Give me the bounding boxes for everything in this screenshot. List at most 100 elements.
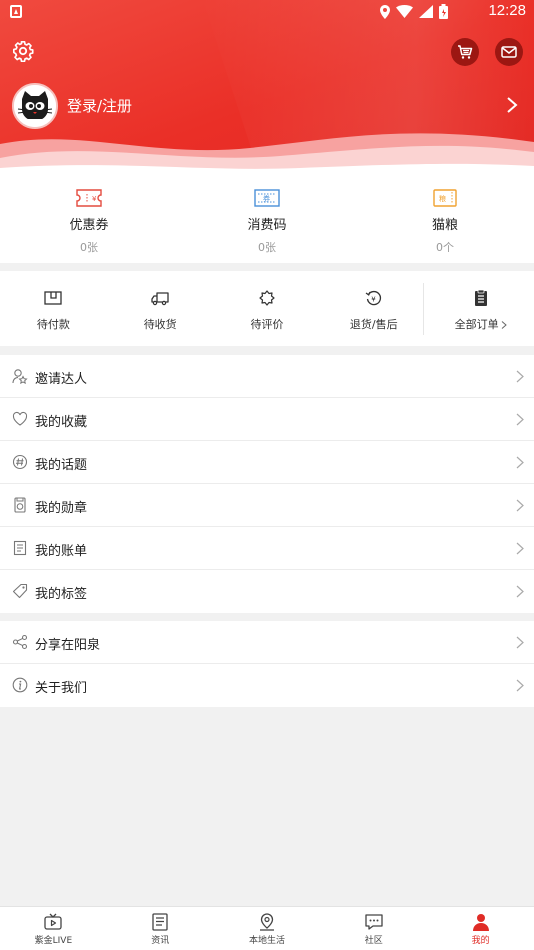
chevron-right-icon — [516, 456, 524, 469]
notification-icon — [10, 5, 22, 18]
menu-label: 我的标签 — [35, 587, 88, 602]
voucher-code-icon: 券 — [254, 189, 280, 207]
messages-button[interactable] — [495, 38, 523, 66]
chevron-right-icon — [516, 585, 524, 598]
wallet-cat-food[interactable]: 粮 猫粮 0个 — [356, 172, 534, 263]
mail-icon — [501, 46, 517, 58]
menu-list-about: 分享在阳泉 关于我们 — [0, 621, 534, 707]
medal-icon — [14, 497, 26, 513]
signal-icon — [419, 5, 433, 18]
menu-label: 邀请达人 — [35, 372, 88, 387]
heart-icon — [12, 411, 28, 426]
wallet-count: 0张 — [258, 241, 276, 254]
chat-icon — [365, 914, 383, 930]
order-label: 待评价 — [250, 318, 284, 331]
profile-header: 12:28 登录/注册 — [0, 0, 534, 172]
cat-food-icon: 粮 — [433, 189, 457, 207]
location-pin-icon — [380, 4, 390, 19]
chevron-right-icon — [516, 542, 524, 555]
order-label: 退货/售后 — [349, 318, 398, 331]
chevron-right-icon[interactable] — [504, 96, 520, 114]
truck-icon — [151, 292, 169, 306]
menu-item-tags[interactable]: 我的标签 — [0, 570, 534, 613]
tab-news[interactable]: 资讯 — [107, 907, 214, 950]
menu-label: 我的勋章 — [35, 501, 88, 516]
menu-item-topics[interactable]: 我的话题 — [0, 441, 534, 484]
cart-button[interactable] — [451, 38, 479, 66]
wallet-coupons[interactable]: ¥ 优惠券 0张 — [0, 172, 178, 263]
chevron-right-icon — [501, 321, 507, 329]
svg-text:粮: 粮 — [439, 194, 446, 203]
location-icon — [259, 913, 274, 931]
order-label: 全部订单 — [427, 316, 534, 332]
wallet-name: 消费码 — [247, 218, 287, 233]
menu-label: 我的收藏 — [35, 415, 88, 430]
tv-icon — [44, 913, 63, 930]
wallet-name: 优惠券 — [69, 218, 109, 233]
chevron-right-icon — [516, 499, 524, 512]
tab-label: 紫金LIVE — [34, 936, 73, 946]
menu-label: 分享在阳泉 — [35, 638, 101, 653]
hashtag-icon — [12, 454, 28, 470]
tab-mine[interactable]: 我的 — [427, 907, 534, 950]
chevron-right-icon — [516, 370, 524, 383]
bottom-tab-bar: 紫金LIVE 资讯 本地生活 社区 我的 — [0, 906, 534, 950]
menu-list-personal: 邀请达人 我的收藏 我的话题 我的勋章 我的账单 我的标签 — [0, 355, 534, 613]
menu-item-medals[interactable]: 我的勋章 — [0, 484, 534, 527]
tab-label: 资讯 — [151, 936, 170, 946]
chevron-right-icon — [516, 413, 524, 426]
tab-live[interactable]: 紫金LIVE — [0, 907, 107, 950]
order-refund[interactable]: ¥ 退货/售后 — [320, 271, 427, 346]
wallet-name: 猫粮 — [431, 218, 458, 233]
menu-item-bills[interactable]: 我的账单 — [0, 527, 534, 570]
wallet-consume-code[interactable]: 券 消费码 0张 — [178, 172, 356, 263]
chevron-right-icon — [516, 679, 524, 692]
order-pending-receipt[interactable]: 待收货 — [107, 271, 214, 346]
tab-local-life[interactable]: 本地生活 — [214, 907, 321, 950]
menu-item-about[interactable]: 关于我们 — [0, 664, 534, 707]
coupon-icon: ¥ — [76, 189, 102, 207]
wallet-icon — [44, 291, 63, 305]
orders-section: 待付款 待收货 待评价 ¥ 退货/售后 全部订单 — [0, 271, 534, 346]
chevron-right-icon — [516, 636, 524, 649]
user-icon — [472, 914, 489, 931]
status-bar: 12:28 — [0, 0, 534, 24]
invite-user-icon — [12, 369, 28, 384]
order-pending-review[interactable]: 待评价 — [214, 271, 321, 346]
status-time: 12:28 — [488, 2, 526, 19]
menu-label: 我的话题 — [35, 458, 88, 473]
order-label: 待收货 — [143, 318, 177, 331]
share-icon — [12, 634, 28, 650]
tag-icon — [12, 583, 28, 599]
menu-item-invite[interactable]: 邀请达人 — [0, 355, 534, 398]
svg-text:¥: ¥ — [371, 296, 376, 304]
tab-community[interactable]: 社区 — [320, 907, 427, 950]
wifi-icon — [396, 5, 413, 18]
review-icon — [259, 290, 275, 306]
tab-label: 我的 — [471, 936, 490, 946]
wallet-count: 0张 — [80, 241, 98, 254]
tab-label: 本地生活 — [248, 936, 285, 946]
order-label: 待付款 — [36, 318, 70, 331]
shopping-cart-icon — [458, 45, 473, 59]
wallet-count: 0个 — [436, 241, 454, 254]
tab-label: 社区 — [364, 936, 383, 946]
divider — [423, 283, 424, 335]
news-icon — [152, 913, 168, 931]
order-pending-payment[interactable]: 待付款 — [0, 271, 107, 346]
order-all[interactable]: 全部订单 — [427, 271, 534, 346]
info-icon — [12, 677, 28, 693]
menu-label: 关于我们 — [35, 681, 88, 696]
bill-icon — [13, 540, 27, 556]
menu-label: 我的账单 — [35, 544, 88, 559]
menu-item-share[interactable]: 分享在阳泉 — [0, 621, 534, 664]
login-register-link[interactable]: 登录/注册 — [67, 95, 132, 116]
clipboard-icon — [474, 289, 487, 306]
svg-text:¥: ¥ — [92, 195, 97, 203]
battery-icon — [439, 4, 448, 19]
menu-item-favorites[interactable]: 我的收藏 — [0, 398, 534, 441]
refund-icon: ¥ — [365, 290, 381, 306]
wallet-section: ¥ 优惠券 0张 券 消费码 0张 粮 猫粮 0个 — [0, 172, 534, 263]
settings-gear-icon[interactable] — [12, 40, 34, 62]
svg-text:券: 券 — [263, 194, 270, 203]
